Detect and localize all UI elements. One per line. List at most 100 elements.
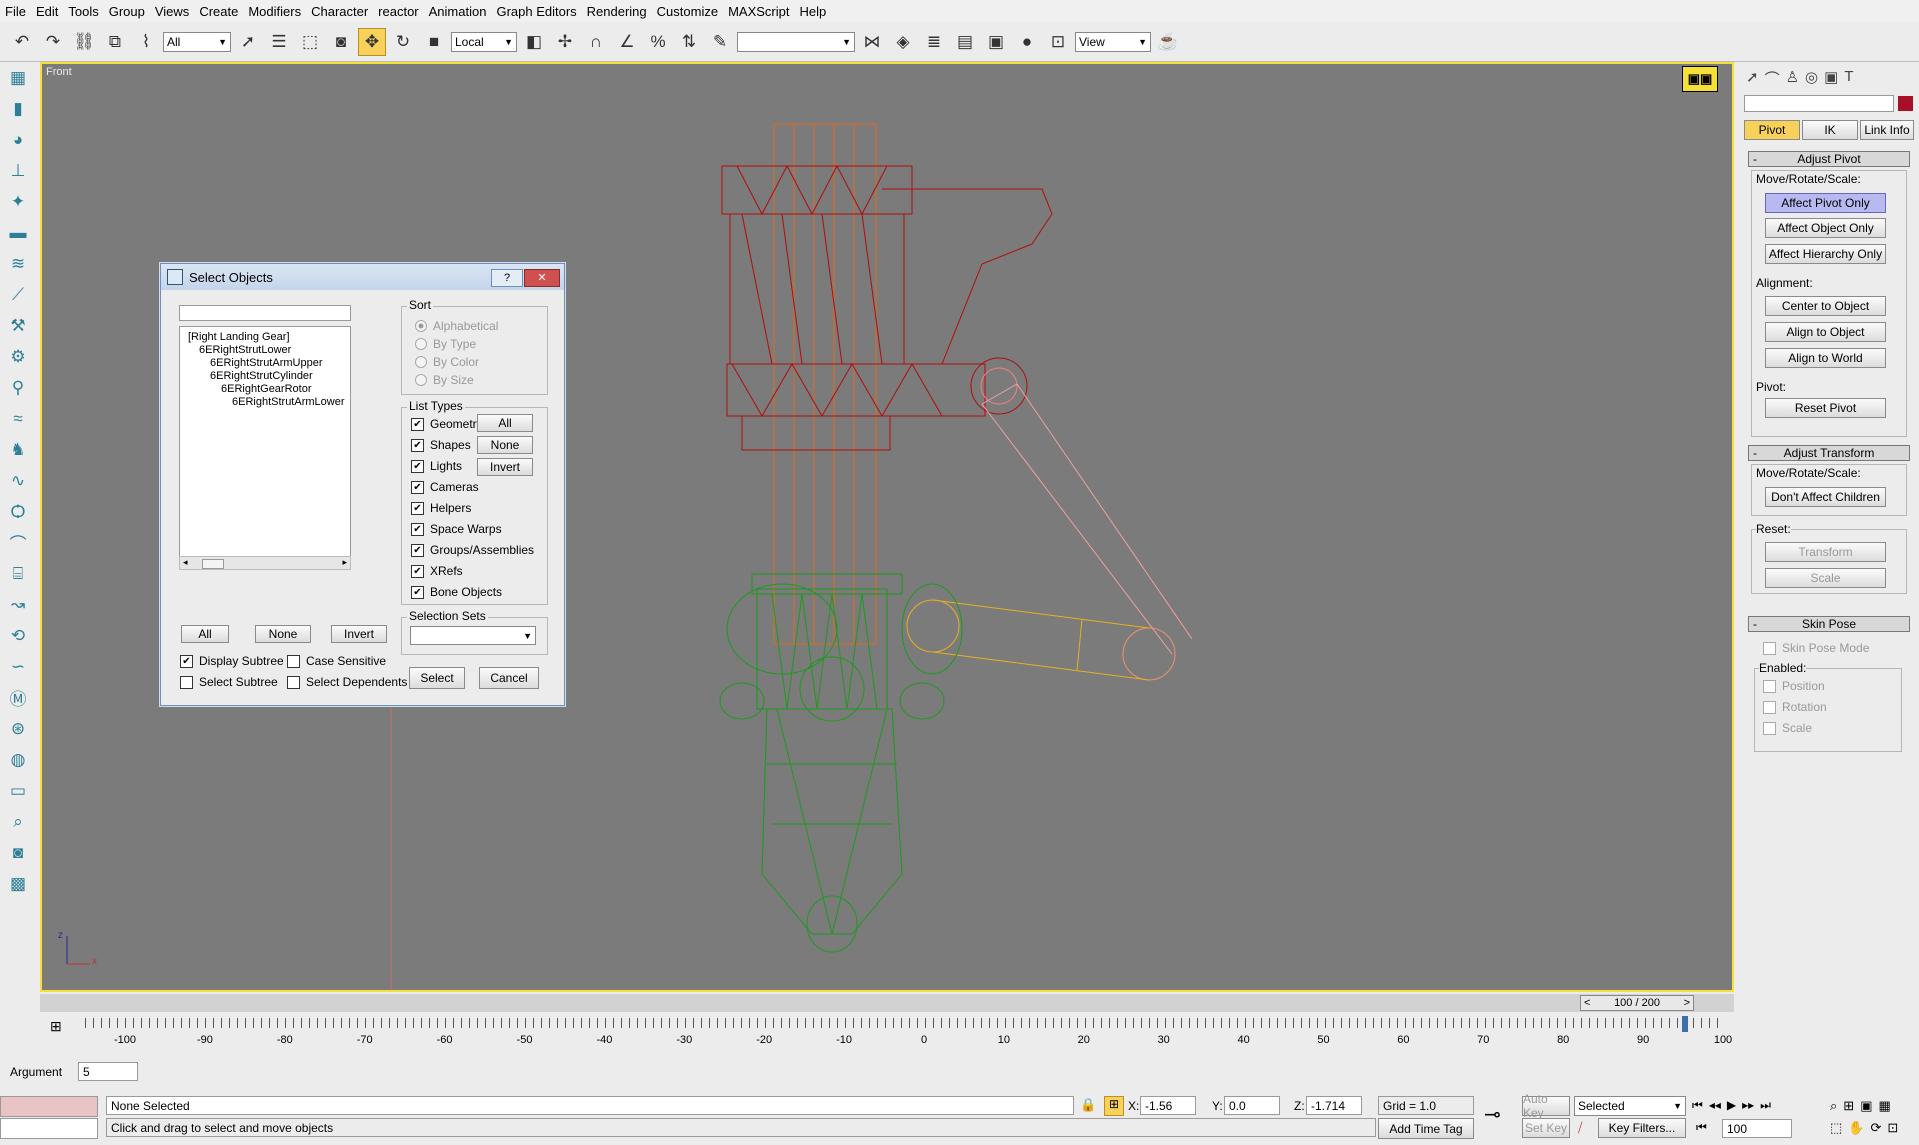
menu-rendering[interactable]: Rendering xyxy=(582,4,652,19)
wrap-icon[interactable]: Ѻ xyxy=(4,496,32,527)
track-bar[interactable]: ⊞ -100 -90 -80 -70 -60 -50 -40 -30 -20 -10 0 10 20 30… xyxy=(40,1012,1734,1054)
menu-group[interactable]: Group xyxy=(104,4,150,19)
align-to-object-button[interactable]: Align to Object xyxy=(1765,322,1886,342)
types-all-button[interactable]: All xyxy=(477,414,533,432)
named-selection-combo[interactable]: ▼ xyxy=(737,31,855,52)
pivot-center-icon[interactable]: ◧ xyxy=(520,28,548,56)
camera-icon[interactable]: ◙ xyxy=(4,837,32,868)
spray-icon[interactable]: ⚲ xyxy=(4,372,32,403)
set-key-button[interactable]: Set Key xyxy=(1522,1118,1570,1138)
bend-icon[interactable]: ⌒ xyxy=(4,527,32,558)
align-icon[interactable]: ◈ xyxy=(889,28,917,56)
select-object-icon[interactable]: ➚ xyxy=(234,28,262,56)
selection-filter-combo[interactable]: All ▼ xyxy=(163,31,231,52)
align-to-world-button[interactable]: Align to World xyxy=(1765,348,1886,368)
hammer-icon[interactable]: ⚒ xyxy=(4,310,32,341)
hierarchy-tab-icon[interactable]: ♙ xyxy=(1786,68,1799,89)
select-link-icon[interactable]: ⛓ xyxy=(70,28,98,56)
wind-icon[interactable]: ≈ xyxy=(4,403,32,434)
auto-key-button[interactable]: Auto Key xyxy=(1522,1092,1570,1120)
list-type-helpers[interactable]: ✔ Helpers xyxy=(411,501,471,515)
filter-input[interactable] xyxy=(179,305,351,321)
z-coord-field[interactable]: -1.714 xyxy=(1306,1096,1362,1115)
render-scene-icon[interactable]: ⊡ xyxy=(1044,28,1072,56)
sphere2-icon[interactable]: ◍ xyxy=(4,744,32,775)
window-icon[interactable]: ▭ xyxy=(4,775,32,806)
menu-graph-editors[interactable]: Graph Editors xyxy=(491,4,581,19)
zoom-icon[interactable]: ⌕ xyxy=(1830,1098,1837,1114)
maxscript-listener-white[interactable] xyxy=(0,1118,98,1139)
types-invert-button[interactable]: Invert xyxy=(477,458,533,476)
rect-selection-icon[interactable]: ⬚ xyxy=(296,28,324,56)
undo-icon[interactable]: ↶ xyxy=(8,28,36,56)
schematic-view-icon[interactable]: ▣ xyxy=(982,28,1010,56)
stack-icon[interactable]: ≋ xyxy=(4,248,32,279)
skin-rotation-checkbox[interactable]: Rotation xyxy=(1763,700,1827,714)
list-type-xrefs[interactable]: ✔ XRefs xyxy=(411,564,463,578)
tab-pivot[interactable]: Pivot xyxy=(1744,120,1800,140)
cylinder-mod-icon[interactable]: ⌸ xyxy=(4,558,32,589)
key-mode-icon[interactable]: ⧸ xyxy=(1578,1120,1582,1136)
list-type-space-warps[interactable]: ✔ Space Warps xyxy=(411,522,502,536)
render-view-combo[interactable]: View ▼ xyxy=(1075,31,1151,52)
unlink-icon[interactable]: ⧉ xyxy=(101,28,129,56)
menu-maxscript[interactable]: MAXScript xyxy=(723,4,794,19)
list-type-cameras[interactable]: ✔ Cameras xyxy=(411,480,479,494)
select-subtree-checkbox[interactable]: Select Subtree xyxy=(180,675,278,689)
arc-rotate-icon[interactable]: ⟳ xyxy=(1870,1120,1881,1136)
cylinder-icon[interactable]: ▮ xyxy=(4,93,32,124)
menu-create[interactable]: Create xyxy=(194,4,243,19)
key-filters-button[interactable]: Key Filters... xyxy=(1598,1118,1686,1138)
tree-invert-button[interactable]: Invert xyxy=(331,625,387,643)
percent-snap-icon[interactable]: % xyxy=(644,28,672,56)
menu-tools[interactable]: Tools xyxy=(63,4,103,19)
mesh-icon[interactable]: Ⓜ xyxy=(4,682,32,713)
tree-item[interactable]: 6ERightStrutArmUpper xyxy=(210,357,323,369)
edit-named-sel-icon[interactable]: ✎ xyxy=(706,28,734,56)
menu-edit[interactable]: Edit xyxy=(31,4,63,19)
list-type-bone-objects[interactable]: ✔ Bone Objects xyxy=(411,585,502,599)
cancel-button[interactable]: Cancel xyxy=(479,667,539,689)
ruler-icon[interactable]: ⟋ xyxy=(4,279,32,310)
scroll-right-icon[interactable]: ▸ xyxy=(342,557,347,568)
tree-none-button[interactable]: None xyxy=(255,625,311,643)
zoom-extents-icon[interactable]: ▣ xyxy=(1860,1098,1872,1114)
tree-item[interactable]: [Right Landing Gear] xyxy=(188,331,290,343)
tree-item[interactable]: 6ERightStrutArmLower xyxy=(232,396,345,408)
skin-pose-rollout[interactable]: - Skin Pose xyxy=(1748,616,1910,632)
reset-pivot-button[interactable]: Reset Pivot xyxy=(1765,398,1886,418)
modify-tab-icon[interactable]: ⌒ xyxy=(1765,68,1780,89)
lathe-icon[interactable]: ↝ xyxy=(4,589,32,620)
zoom-all-icon[interactable]: ⊞ xyxy=(1843,1098,1854,1114)
lock-icon[interactable]: 🔒 xyxy=(1080,1097,1096,1113)
tree-hscrollbar[interactable]: ◂ ▸ xyxy=(179,556,351,570)
select-scale-icon[interactable]: ■ xyxy=(420,28,448,56)
layer-manager-icon[interactable]: ≣ xyxy=(920,28,948,56)
skin-icon[interactable]: ⊛ xyxy=(4,713,32,744)
selection-sets-combo[interactable]: ▼ xyxy=(410,626,536,645)
redo-icon[interactable]: ↷ xyxy=(39,28,67,56)
reset-transform-button[interactable]: Transform xyxy=(1765,542,1886,562)
list-type-lights[interactable]: ✔ Lights xyxy=(411,459,462,473)
zoom-extents-all-icon[interactable]: ▦ xyxy=(1878,1098,1890,1114)
render-icon[interactable]: ▩ xyxy=(4,868,32,899)
quick-render-icon[interactable]: ☕ xyxy=(1154,28,1182,56)
tree-item[interactable]: 6ERightGearRotor xyxy=(221,383,312,395)
twist-icon[interactable]: ⟲ xyxy=(4,620,32,651)
menu-modifiers[interactable]: Modifiers xyxy=(243,4,306,19)
select-dependents-checkbox[interactable]: Select Dependents xyxy=(287,675,407,689)
types-none-button[interactable]: None xyxy=(477,436,533,454)
scroll-thumb[interactable] xyxy=(202,559,224,569)
tree-item[interactable]: 6ERightStrutCylinder xyxy=(210,370,313,382)
prev-key-icon[interactable]: ◂◂ xyxy=(1709,1098,1721,1113)
key-set-combo[interactable]: Selected ▼ xyxy=(1574,1096,1686,1116)
modify-icon[interactable]: ▬ xyxy=(4,217,32,248)
wave-icon[interactable]: ∿ xyxy=(4,465,32,496)
manipulate-icon[interactable]: ✢ xyxy=(551,28,579,56)
object-name-field[interactable] xyxy=(1744,95,1894,112)
help-button[interactable]: ? xyxy=(491,269,523,287)
adjust-transform-rollout[interactable]: - Adjust Transform xyxy=(1748,445,1910,461)
list-type-shapes[interactable]: ✔ Shapes xyxy=(411,438,471,452)
utilities-tab-icon[interactable]: T xyxy=(1844,68,1853,89)
go-to-start-icon[interactable]: ⏮ xyxy=(1692,1098,1703,1113)
